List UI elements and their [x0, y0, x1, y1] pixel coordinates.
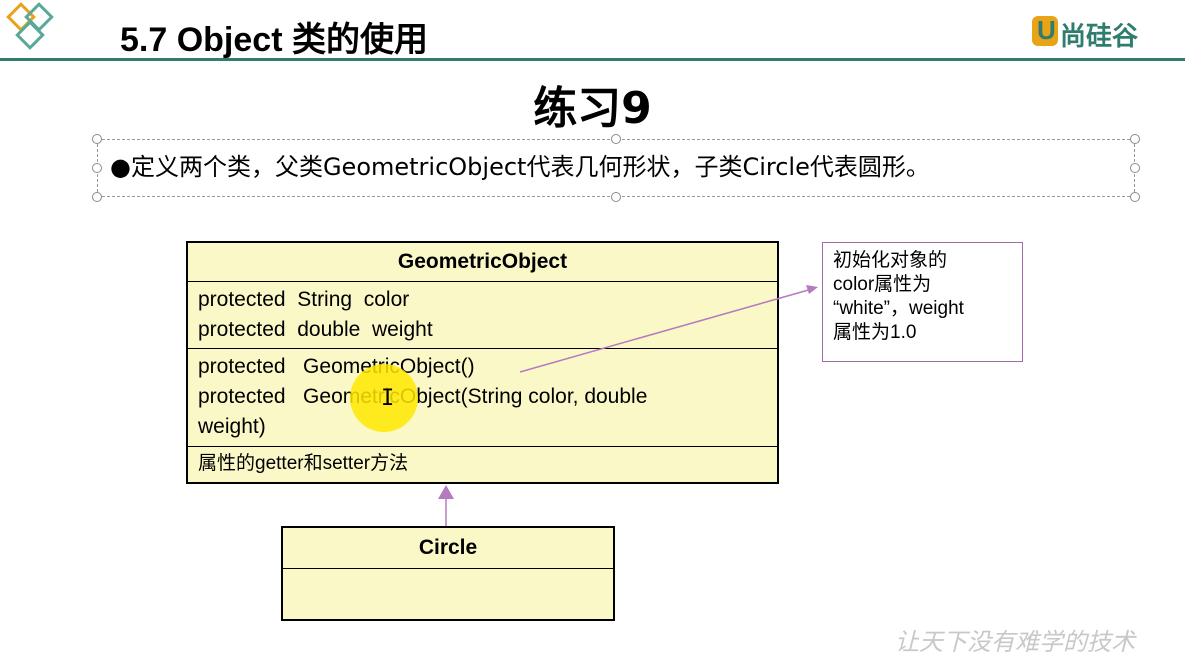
text-cursor-icon: I	[381, 386, 395, 411]
field-line: protected String color	[198, 288, 410, 311]
brand-logo-text: 尚硅谷	[1060, 22, 1139, 52]
inheritance-arrow-icon	[438, 485, 454, 499]
note-arrowhead-icon	[806, 285, 818, 294]
note-line: 初始化对象的	[833, 250, 948, 271]
note-line: “white”，weight	[833, 298, 964, 319]
resize-handle-tr[interactable]	[1130, 134, 1140, 144]
constructors-section: protected GeometricObject() protected Ge…	[188, 348, 777, 446]
exercise-title: 练习9	[533, 83, 652, 134]
resize-handle-tl[interactable]	[92, 134, 102, 144]
brand-logo-icon: U	[1032, 15, 1058, 46]
resize-handle-t[interactable]	[611, 134, 621, 144]
bullet-text: 定义两个类，父类GeometricObject代表几何形状，子类Circle代表…	[130, 153, 930, 181]
slide-header: 5.7 Object 类的使用 U 尚硅谷	[0, 0, 1185, 61]
bullet-line: ●定义两个类，父类GeometricObject代表几何形状，子类Circle代…	[110, 147, 930, 182]
resize-handle-b[interactable]	[611, 192, 621, 202]
resize-handle-l[interactable]	[92, 163, 102, 173]
methods-section: 属性的getter和setter方法	[188, 446, 777, 482]
constructor-line: protected GeometricObject()	[198, 355, 475, 378]
note-line: color属性为	[833, 274, 932, 295]
class-name: Circle	[418, 536, 478, 559]
watermark: 让天下没有难学的技术	[895, 628, 1135, 656]
uml-class-circle[interactable]: Circle	[281, 526, 615, 621]
fields-section: protected String color protected double …	[188, 281, 777, 348]
constructor-line: weight)	[198, 415, 266, 438]
note-line: 属性为1.0	[833, 322, 917, 343]
class-name: GeometricObject	[397, 250, 568, 273]
resize-handle-r[interactable]	[1130, 163, 1140, 173]
field-line: protected double weight	[198, 318, 433, 341]
resize-handle-bl[interactable]	[92, 192, 102, 202]
slide: 5.7 Object 类的使用 U 尚硅谷 练习9 ●定义两个类，父类Geome…	[0, 0, 1185, 658]
diamonds-logo-icon	[6, 2, 54, 50]
uml-class-geometricobject[interactable]: GeometricObject protected String color p…	[186, 241, 779, 484]
brand-logo-mark: U	[1037, 15, 1056, 45]
uml-note[interactable]: 初始化对象的 color属性为 “white”，weight 属性为1.0	[822, 242, 1023, 362]
method-line: 属性的getter和setter方法	[198, 453, 409, 474]
header-divider	[0, 58, 1185, 61]
resize-handle-br[interactable]	[1130, 192, 1140, 202]
circle-body-section	[283, 568, 613, 620]
slide-title: 5.7 Object 类的使用	[120, 21, 428, 59]
bullet-marker: ●	[110, 153, 131, 181]
constructor-line: protected GeometricObject(String color, …	[198, 385, 648, 408]
